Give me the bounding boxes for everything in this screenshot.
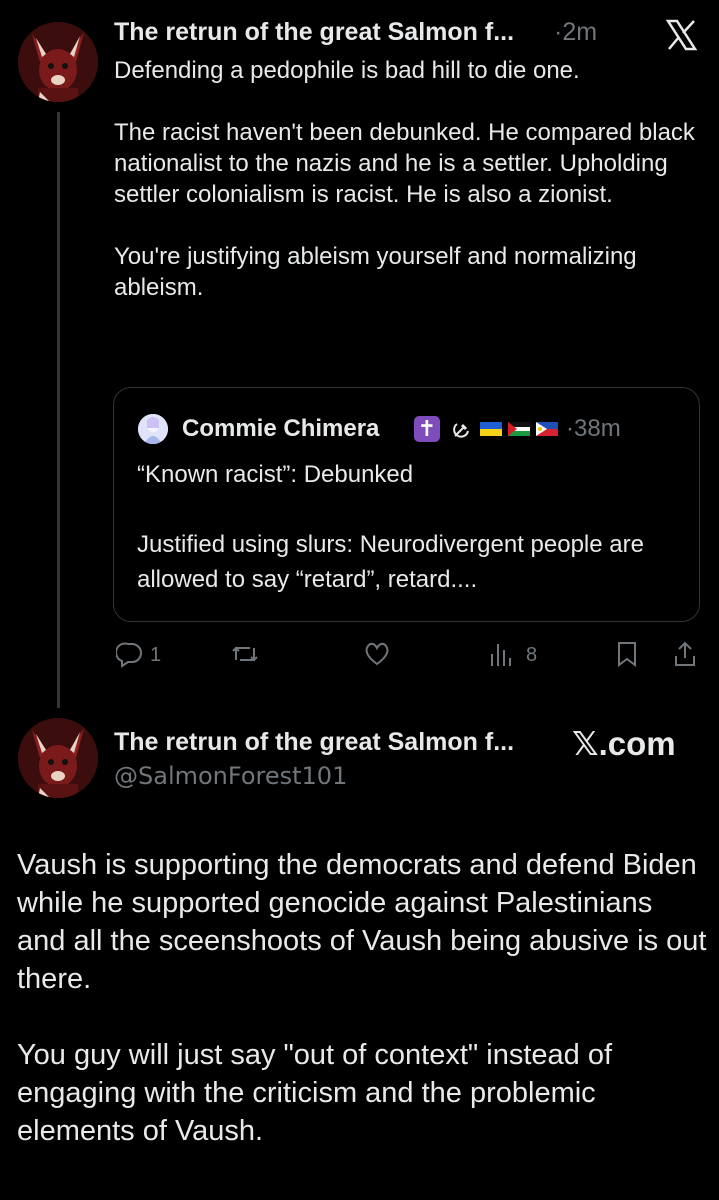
share-button[interactable] xyxy=(672,640,700,668)
timestamp[interactable]: ·2m xyxy=(554,18,597,47)
card-text: Vaush is supporting the democrats and de… xyxy=(17,849,707,1147)
quote-timestamp[interactable]: ·38m xyxy=(566,415,621,443)
views-button[interactable]: 8 xyxy=(488,640,548,668)
tweet-text: Defending a pedophile is bad hill to die… xyxy=(114,57,695,301)
quote-avatar[interactable] xyxy=(138,414,168,444)
bookmark-button[interactable] xyxy=(614,640,642,668)
repost-icon xyxy=(232,646,258,662)
like-button[interactable] xyxy=(362,640,396,668)
ukraine-flag-icon xyxy=(480,422,502,441)
thread-line xyxy=(57,112,60,708)
x-logo-icon[interactable] xyxy=(664,18,698,52)
card-avatar[interactable] xyxy=(18,718,98,798)
bookmark-icon xyxy=(618,642,636,667)
author-name[interactable]: The retrun of the great Salmon f... xyxy=(114,18,514,47)
analytics-icon xyxy=(491,644,511,666)
views-count: 8 xyxy=(526,644,538,666)
reply-icon xyxy=(116,642,142,668)
quote-text: “Known racist”: Debunked Justified using… xyxy=(137,461,644,593)
hammer-sickle-icon xyxy=(452,419,472,439)
palestine-flag-icon xyxy=(508,422,530,441)
reply-count: 1 xyxy=(150,644,162,666)
philippines-flag-icon xyxy=(536,422,558,441)
source-label: 𝕏.com xyxy=(572,725,676,762)
reply-button[interactable]: 1 xyxy=(116,640,176,668)
quote-author-name[interactable]: Commie Chimera xyxy=(182,415,379,443)
share-icon xyxy=(675,641,695,666)
heart-icon xyxy=(365,642,389,666)
avatar[interactable] xyxy=(18,22,98,102)
card-author-name[interactable]: The retrun of the great Salmon f... xyxy=(114,728,514,757)
card-handle[interactable]: @SalmonForest101 xyxy=(114,762,347,790)
repost-button[interactable] xyxy=(230,640,270,668)
cross-badge: ✝ xyxy=(414,416,440,442)
